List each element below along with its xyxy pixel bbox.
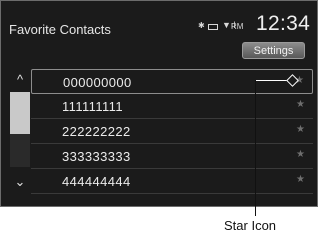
settings-button[interactable]: Settings	[242, 42, 305, 59]
scroll-up-icon[interactable]: ^	[9, 69, 31, 91]
contact-number: 333333333	[62, 149, 131, 164]
status-text: RM	[231, 22, 244, 31]
contact-number: 000000000	[63, 75, 132, 90]
callout-leader	[255, 80, 256, 216]
clock: 12:34	[256, 12, 311, 35]
battery-icon	[208, 24, 218, 30]
scroll-down-icon[interactable]: ⌄	[9, 171, 31, 193]
callout-label: Star Icon	[224, 218, 277, 233]
list-item[interactable]: 333333333 ★	[31, 144, 313, 169]
star-icon[interactable]: ★	[296, 99, 305, 110]
scroll-thumb[interactable]	[10, 92, 30, 134]
status-bar: ✱ ▼ıl RM	[198, 19, 252, 35]
star-icon[interactable]: ★	[296, 174, 305, 185]
star-icon[interactable]: ★	[296, 149, 305, 160]
list-item[interactable]: 222222222 ★	[31, 119, 313, 144]
contact-number: 222222222	[62, 124, 131, 139]
star-icon[interactable]: ★	[296, 124, 305, 135]
list-item[interactable]: 111111111 ★	[31, 94, 313, 119]
contact-number: 111111111	[62, 99, 123, 114]
screen-frame: Favorite Contacts ✱ ▼ıl RM 12:34 Setting…	[0, 0, 318, 207]
list-item[interactable]: 444444444 ★	[31, 169, 313, 194]
bluetooth-icon: ✱	[198, 21, 205, 30]
scrollbar[interactable]: ^ ⌄	[9, 69, 31, 193]
list-item[interactable]: 000000000 ★	[31, 69, 313, 94]
contact-number: 444444444	[62, 174, 131, 189]
page-title: Favorite Contacts	[9, 22, 111, 37]
contact-list: 000000000 ★ 111111111 ★ 222222222 ★ 3333…	[31, 69, 313, 194]
